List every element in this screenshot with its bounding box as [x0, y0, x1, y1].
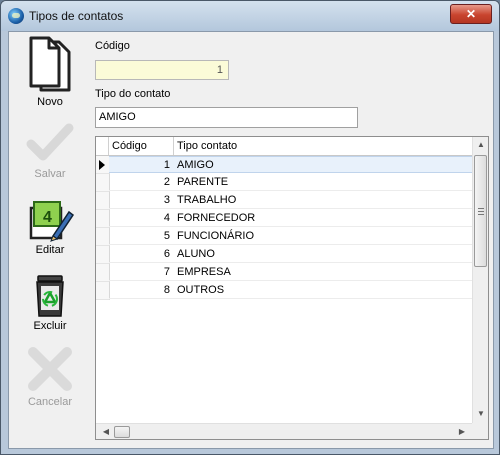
table-row[interactable]: 5 FUNCIONÁRIO [96, 228, 472, 246]
edit-icon: 4 [29, 201, 75, 242]
scrollbar-corner [472, 423, 488, 439]
excluir-label: Excluir [33, 320, 67, 332]
row-indicator [96, 156, 110, 174]
row-indicator [96, 192, 110, 210]
svg-text:4: 4 [43, 209, 52, 226]
excluir-button[interactable]: Excluir [9, 274, 91, 332]
recycle-bin-icon [36, 275, 64, 317]
vertical-scrollbar[interactable]: ▲ ▼ [472, 137, 488, 423]
cancelar-label: Cancelar [27, 396, 73, 408]
column-header-tipo-contato[interactable]: Tipo contato [174, 137, 472, 155]
row-pointer-icon [99, 160, 105, 170]
cell-tipo: FUNCIONÁRIO [174, 228, 472, 245]
table-row[interactable]: 6 ALUNO [96, 246, 472, 264]
row-indicator [96, 228, 110, 246]
grip-line [478, 211, 484, 212]
salvar-button[interactable]: Salvar [9, 122, 91, 180]
scroll-left-icon[interactable]: ◀ [98, 427, 114, 436]
cancelar-button[interactable]: Cancelar [9, 344, 91, 408]
cell-tipo: TRABALHO [174, 192, 472, 209]
cell-codigo: 1 [109, 156, 174, 173]
cell-codigo: 3 [109, 192, 174, 209]
cell-codigo: 8 [109, 282, 174, 299]
tipo-contato-input[interactable]: AMIGO [95, 107, 358, 128]
tipo-contato-label: Tipo do contato [95, 88, 171, 100]
salvar-label: Salvar [34, 168, 66, 180]
title-bar[interactable]: Tipos de contatos ✕ [1, 1, 499, 31]
window: Tipos de contatos ✕ Novo Salvar 4 Editar… [0, 0, 500, 455]
cell-tipo: ALUNO [174, 246, 472, 263]
scroll-up-icon[interactable]: ▲ [473, 140, 488, 149]
editar-button[interactable]: 4 Editar [9, 198, 91, 256]
new-document-icon [29, 36, 71, 92]
cell-codigo: 7 [109, 264, 174, 281]
header-indicator [96, 137, 109, 155]
cell-codigo: 2 [109, 174, 174, 191]
codigo-label: Código [95, 40, 130, 52]
cell-tipo: AMIGO [174, 156, 472, 173]
novo-label: Novo [37, 96, 63, 108]
table-row[interactable]: 7 EMPRESA [96, 264, 472, 282]
cell-tipo: OUTROS [174, 282, 472, 299]
grip-line [478, 208, 484, 209]
scroll-down-icon[interactable]: ▼ [473, 409, 488, 418]
codigo-field[interactable]: 1 [95, 60, 229, 80]
column-header-codigo[interactable]: Código [109, 137, 174, 155]
client-area: Novo Salvar 4 Editar Excluir Cancelar Có… [8, 31, 494, 449]
close-button[interactable]: ✕ [450, 4, 492, 24]
vertical-scroll-thumb[interactable] [474, 155, 487, 267]
row-indicator [96, 174, 110, 192]
horizontal-scrollbar[interactable]: ◀ ▶ [96, 423, 472, 439]
cell-tipo: EMPRESA [174, 264, 472, 281]
table-row[interactable]: 4 FORNECEDOR [96, 210, 472, 228]
app-globe-icon [8, 8, 24, 24]
table-row[interactable]: 3 TRABALHO [96, 192, 472, 210]
scroll-right-icon[interactable]: ▶ [454, 427, 470, 436]
cell-codigo: 6 [109, 246, 174, 263]
row-indicator [96, 282, 110, 300]
table-row[interactable]: 1 AMIGO [96, 156, 472, 174]
x-cancel-icon [28, 347, 72, 391]
cell-codigo: 4 [109, 210, 174, 227]
horizontal-scroll-thumb[interactable] [114, 426, 130, 438]
editar-label: Editar [35, 244, 65, 256]
contact-types-grid[interactable]: Código Tipo contato 1 AMIGO 2 PARENTE 3 … [95, 136, 489, 440]
table-row[interactable]: 8 OUTROS [96, 282, 472, 300]
cell-tipo: PARENTE [174, 174, 472, 191]
checkmark-icon [26, 123, 74, 161]
grip-line [478, 214, 484, 215]
row-indicator [96, 264, 110, 282]
row-indicator [96, 210, 110, 228]
table-row[interactable]: 2 PARENTE [96, 174, 472, 192]
row-indicator [96, 246, 110, 264]
window-title: Tipos de contatos [29, 9, 124, 23]
novo-button[interactable]: Novo [9, 36, 91, 108]
cell-codigo: 5 [109, 228, 174, 245]
grid-header: Código Tipo contato [96, 137, 472, 156]
cell-tipo: FORNECEDOR [174, 210, 472, 227]
